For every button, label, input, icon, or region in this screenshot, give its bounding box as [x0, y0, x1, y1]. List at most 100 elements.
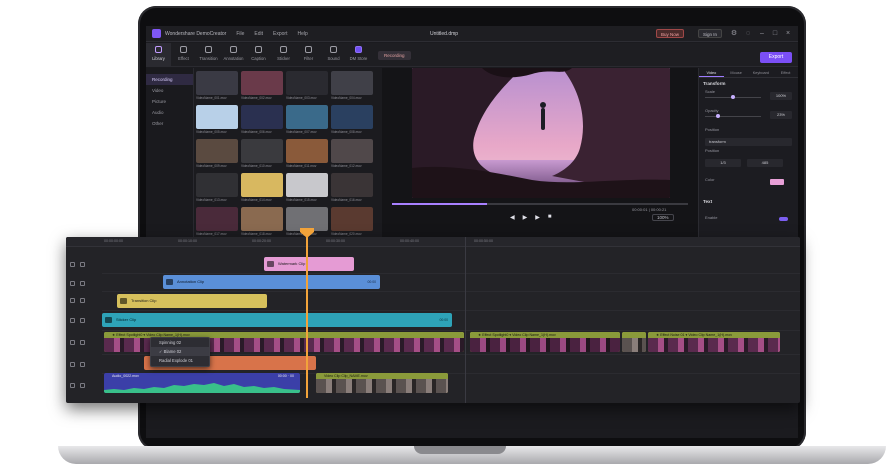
position-x-input[interactable]: 1/3: [705, 159, 741, 167]
video-clip-3[interactable]: ★ Effect Noise 01 ▾ Video Clip Name_1(H)…: [648, 332, 780, 352]
sticker-clip[interactable]: Sticker Clip 00:00: [102, 313, 452, 327]
annotation-icon: [230, 46, 237, 53]
tool-caption[interactable]: Caption: [246, 43, 271, 67]
lock-icon[interactable]: [70, 262, 75, 267]
transition-clip[interactable]: Transition Clip: [117, 294, 267, 308]
tool-transition[interactable]: Transition: [196, 43, 221, 67]
tool-effect[interactable]: Effect: [171, 43, 196, 67]
next-frame-icon[interactable]: ▶: [535, 214, 540, 221]
tab-video[interactable]: Video: [699, 68, 724, 77]
visibility-icon[interactable]: [80, 298, 85, 303]
sidebar-item-recording[interactable]: Recording: [146, 74, 193, 85]
tool-dm-store[interactable]: DM Store: [346, 43, 371, 67]
tool-sticker[interactable]: Sticker: [271, 43, 296, 67]
buy-now-button[interactable]: Buy Now: [656, 29, 685, 38]
media-thumbnail[interactable]: VideoName_009.mov: [196, 139, 238, 170]
media-thumbnail[interactable]: VideoName_006.mov: [241, 105, 283, 136]
visibility-icon[interactable]: [80, 362, 85, 367]
scale-value[interactable]: 100%: [770, 92, 792, 100]
lock-icon[interactable]: [70, 318, 75, 323]
support-icon[interactable]: ◌: [744, 30, 752, 38]
preview-scrubber[interactable]: [392, 203, 688, 205]
media-thumbnail[interactable]: VideoName_018.mov: [241, 207, 283, 238]
opacity-slider[interactable]: [705, 114, 761, 118]
tool-filter[interactable]: Filter: [296, 43, 321, 67]
media-thumbnail[interactable]: VideoName_015.mov: [286, 173, 328, 204]
close-icon[interactable]: ×: [784, 30, 792, 38]
lock-icon[interactable]: [70, 383, 75, 388]
settings-icon[interactable]: ⚙: [730, 30, 738, 38]
visibility-icon[interactable]: [80, 281, 85, 286]
context-menu-item[interactable]: Spinning 02: [151, 338, 209, 347]
lock-icon[interactable]: [70, 362, 75, 367]
opacity-slider-knob[interactable]: [715, 114, 720, 118]
media-thumbnail[interactable]: VideoName_016.mov: [331, 173, 373, 204]
menu-file[interactable]: File: [236, 31, 244, 37]
media-thumbnail[interactable]: VideoName_010.mov: [241, 139, 283, 170]
position-y-input[interactable]: 485: [747, 159, 783, 167]
visibility-icon[interactable]: [80, 383, 85, 388]
visibility-icon[interactable]: [80, 318, 85, 323]
annotation-clip[interactable]: Annotation Clip 00:00: [163, 275, 380, 289]
position-mode-dropdown[interactable]: transform: [705, 138, 792, 146]
media-thumbnail[interactable]: VideoName_014.mov: [241, 173, 283, 204]
timeline-ruler[interactable]: 00:00:00:00 00:00:10:00 00:00:20:00 00:0…: [66, 237, 800, 247]
media-thumbnail[interactable]: VideoName_002.mov: [241, 71, 283, 102]
media-thumbnail[interactable]: VideoName_007.mov: [286, 105, 328, 136]
media-thumbnail[interactable]: VideoName_013.mov: [196, 173, 238, 204]
preview-zoom-select[interactable]: 100%: [652, 214, 674, 221]
sidebar-item-audio[interactable]: Audio: [146, 107, 193, 118]
tool-library[interactable]: Library: [146, 43, 171, 67]
lock-icon[interactable]: [70, 340, 75, 345]
audio-clip-1[interactable]: Audio_0022.mov 00:00 · 00: [104, 373, 300, 393]
export-button[interactable]: Export: [760, 52, 792, 63]
playhead[interactable]: [306, 228, 308, 398]
media-thumbnail[interactable]: VideoName_017.mov: [196, 207, 238, 238]
lock-icon[interactable]: [70, 281, 75, 286]
sidebar-item-other[interactable]: Other: [146, 118, 193, 129]
previous-frame-icon[interactable]: ◀: [510, 214, 515, 221]
video-clip-4[interactable]: Video Clip Clip_NAME.mov: [316, 373, 448, 393]
media-thumbnail[interactable]: VideoName_008.mov: [331, 105, 373, 136]
play-icon[interactable]: ▶: [523, 214, 528, 221]
sign-in-button[interactable]: Sign In: [698, 29, 723, 38]
visibility-icon[interactable]: [80, 340, 85, 345]
sidebar-item-video[interactable]: Video: [146, 85, 193, 96]
scale-slider-knob[interactable]: [731, 95, 735, 99]
preview-video[interactable]: [412, 68, 670, 198]
menu-help[interactable]: Help: [297, 31, 307, 37]
maximize-icon[interactable]: □: [771, 30, 779, 38]
tool-annotation[interactable]: Annotation: [221, 43, 246, 67]
thumbnail-image: [196, 173, 238, 197]
minimize-icon[interactable]: –: [758, 30, 766, 38]
media-thumbnail[interactable]: VideoName_012.mov: [331, 139, 373, 170]
video-clip-transition[interactable]: [622, 332, 646, 352]
scale-slider[interactable]: [705, 95, 761, 99]
menu-edit[interactable]: Edit: [254, 31, 263, 37]
stop-icon[interactable]: ■: [548, 214, 552, 221]
visibility-icon[interactable]: [80, 262, 85, 267]
tab-mouse[interactable]: Mouse: [724, 68, 749, 77]
media-thumbnail[interactable]: VideoName_005.mov: [196, 105, 238, 136]
tab-keyboard[interactable]: Keyboard: [749, 68, 774, 77]
media-thumbnail[interactable]: VideoName_001.mov: [196, 71, 238, 102]
color-swatch[interactable]: [770, 179, 784, 185]
lock-icon[interactable]: [70, 298, 75, 303]
media-thumbnail[interactable]: VideoName_004.mov: [331, 71, 373, 102]
media-thumbnail[interactable]: VideoName_020.mov: [331, 207, 373, 238]
timeline-split-divider: [465, 237, 466, 403]
tab-effect[interactable]: Effect: [773, 68, 798, 77]
tool-sound[interactable]: Sound: [321, 43, 346, 67]
media-thumbnail[interactable]: VideoName_011.mov: [286, 139, 328, 170]
enable-toggle[interactable]: [779, 217, 788, 221]
sidebar-item-picture[interactable]: Picture: [146, 96, 193, 107]
context-menu-item[interactable]: Radial Explode 01: [151, 356, 209, 365]
recording-button[interactable]: Recording: [378, 51, 411, 60]
video-clip-2[interactable]: ★ Effect Spotlight0 ▾ Video Clip Name_1(…: [470, 332, 620, 352]
watermark-clip[interactable]: Watermark Clip: [264, 257, 354, 271]
menu-export[interactable]: Export: [273, 31, 287, 37]
media-thumbnail[interactable]: VideoName_003.mov: [286, 71, 328, 102]
context-menu-item[interactable]: ✓ Blame 02: [151, 347, 209, 356]
track-divider: [102, 291, 800, 292]
opacity-value[interactable]: 23%: [770, 111, 792, 119]
